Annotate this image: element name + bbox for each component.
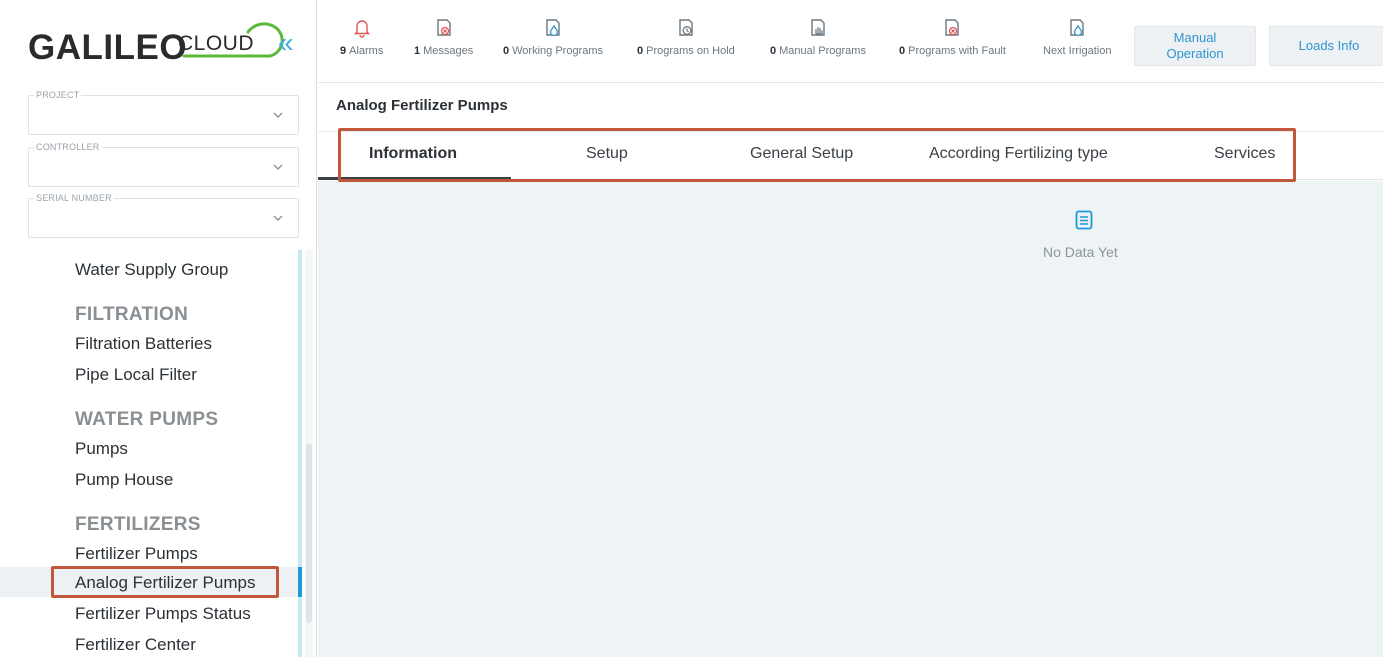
program-clock-icon [679, 19, 693, 36]
loads-info-button[interactable]: Loads Info [1269, 26, 1383, 66]
project-label: PROJECT [34, 90, 82, 100]
message-error-icon [436, 19, 451, 36]
project-select[interactable]: PROJECT [28, 90, 299, 135]
brand-cloud: CLOUD [178, 32, 255, 55]
controller-select[interactable]: CONTROLLER [28, 142, 299, 187]
working-programs-label: Working Programs [512, 45, 604, 57]
document-list-icon [1075, 210, 1093, 230]
controller-label: CONTROLLER [34, 142, 102, 152]
chevron-down-icon [273, 215, 283, 221]
sidebar-item-water-supply-group[interactable]: Water Supply Group [75, 260, 228, 280]
sidebar-scrollbar-thumb[interactable] [306, 443, 312, 623]
next-irrigation-stat[interactable]: Next Irrigation [1043, 18, 1111, 57]
alarms-stat[interactable]: 9 Alarms [340, 18, 383, 57]
next-irrigation-icon [1070, 19, 1084, 37]
manual-programs-count: 0 [770, 45, 777, 57]
alarms-count: 9 [340, 45, 347, 57]
messages-label: Messages [423, 45, 474, 57]
working-programs-stat[interactable]: 0 Working Programs [503, 18, 603, 57]
sidebar-item-fertilizer-pumps[interactable]: Fertilizer Pumps [75, 544, 198, 564]
serial-number-label: SERIAL NUMBER [34, 193, 114, 203]
working-programs-count: 0 [503, 45, 510, 57]
sidebar-section-water-pumps: WATER PUMPS [75, 409, 219, 430]
alarms-label: Alarms [349, 45, 384, 57]
sidebar-item-fertilizer-pumps-status[interactable]: Fertilizer Pumps Status [75, 604, 251, 624]
no-data-message: No Data Yet [1043, 244, 1118, 260]
brand-logo: GALILEO CLOUD [28, 22, 308, 72]
brand-name: GALILEO [28, 28, 188, 67]
programs-with-fault-stat[interactable]: 0 Programs with Fault [899, 18, 1006, 57]
nav-rail-active-marker [298, 567, 302, 597]
active-item-highlight [51, 566, 279, 598]
content-area [318, 181, 1383, 657]
programs-on-hold-stat[interactable]: 0 Programs on Hold [637, 18, 735, 57]
chevron-down-icon [273, 112, 283, 118]
programs-with-fault-count: 0 [899, 45, 906, 57]
manual-programs-label: Manual Programs [779, 45, 866, 57]
tabs-highlight-box [338, 128, 1296, 182]
program-fault-icon [945, 19, 960, 36]
sidebar-item-pump-house[interactable]: Pump House [75, 470, 173, 490]
sidebar-item-fertilizer-center[interactable]: Fertilizer Center [75, 635, 196, 655]
top-status-bar: 9 Alarms 1 Messages 0 Working Programs 0 Pro… [318, 0, 1383, 83]
next-irrigation-label: Next Irrigation [1043, 45, 1112, 57]
program-drop-icon [546, 19, 560, 37]
serial-number-select[interactable]: SERIAL NUMBER [28, 193, 299, 238]
chevron-down-icon [273, 164, 283, 170]
bell-icon [353, 20, 370, 38]
sidebar-item-pipe-local-filter[interactable]: Pipe Local Filter [75, 365, 197, 385]
manual-operation-button[interactable]: Manual Operation [1134, 26, 1256, 66]
collapse-sidebar-button[interactable]: « [278, 28, 294, 58]
manual-programs-stat[interactable]: 0 Manual Programs [770, 18, 866, 57]
messages-stat[interactable]: 1 Messages [414, 18, 473, 57]
programs-on-hold-count: 0 [637, 45, 644, 57]
program-hand-icon [811, 19, 825, 36]
page-title: Analog Fertilizer Pumps [336, 97, 508, 114]
sidebar-section-filtration: FILTRATION [75, 304, 189, 325]
sidebar-section-fertilizers: FERTILIZERS [75, 514, 201, 535]
programs-on-hold-label: Programs on Hold [646, 45, 735, 57]
messages-count: 1 [414, 45, 421, 57]
sidebar-item-filtration-batteries[interactable]: Filtration Batteries [75, 334, 212, 354]
sidebar: GALILEO CLOUD « PROJECT CONTROLLER SERIA… [0, 0, 317, 657]
programs-with-fault-label: Programs with Fault [908, 45, 1006, 57]
sidebar-item-pumps[interactable]: Pumps [75, 439, 128, 459]
